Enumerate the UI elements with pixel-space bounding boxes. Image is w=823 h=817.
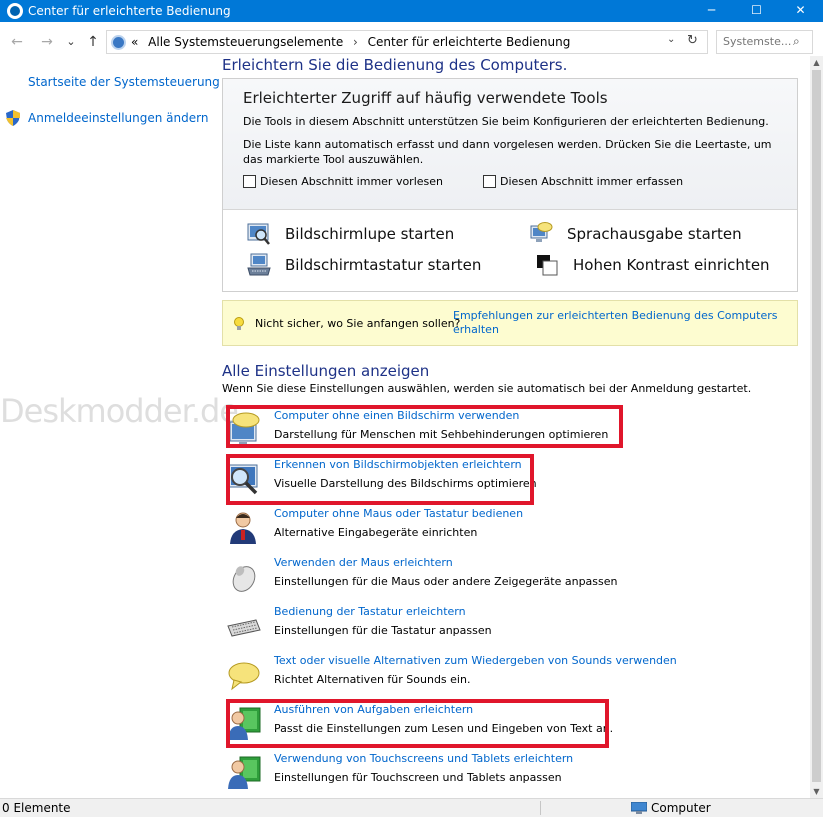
breadcrumb-ease-of-access[interactable]: Center für erleichterte Bedienung [368,35,571,49]
ease-of-access-icon [7,3,23,19]
setting-title-link[interactable]: Verwendung von Touchscreens und Tablets … [274,752,573,765]
always-read-checkbox[interactable]: Diesen Abschnitt immer vorlesen [243,175,443,188]
setting-title-link[interactable]: Bedienung der Tastatur erleichtern [274,605,466,618]
highlight-box [226,405,623,448]
quick-access-heading: Erleichterter Zugriff auf häufig verwend… [243,89,608,107]
refresh-icon[interactable]: ↻ [687,33,698,48]
breadcrumb-all-items[interactable]: Alle Systemsteuerungselemente [148,35,343,49]
tool-label: Sprachausgabe starten [567,225,742,243]
recommendations-link[interactable]: Empfehlungen zur erleichterten Bedienung… [453,309,783,337]
search-box[interactable]: ⌕ [716,30,813,54]
always-scan-checkbox[interactable]: Diesen Abschnitt immer erfassen [483,175,683,188]
computer-icon [631,802,647,814]
highlight-box [226,699,609,748]
keyboard-icon [227,619,261,637]
setting-title-link[interactable]: Text oder visuelle Alternativen zum Wied… [274,654,677,667]
user-tablet-icon [228,756,261,789]
address-field[interactable]: « Alle Systemsteuerungselemente › Center… [106,30,708,54]
speech-bubble-icon [228,662,260,691]
close-button[interactable]: ✕ [778,0,823,22]
title-bar: Center für erleichterte Bedienung ─ ☐ ✕ [0,0,823,22]
setting-description: Einstellungen für die Tastatur anpassen [274,624,492,637]
watermark-logo: Deskmodder.de [0,392,239,430]
breadcrumb-separator-icon[interactable]: › [353,35,358,49]
setting-keyboard[interactable]: Bedienung der Tastatur erleichtern Einst… [222,604,622,648]
checkbox-box[interactable] [483,175,496,188]
tool-label: Bildschirmtastatur starten [285,256,482,274]
narrator-icon [530,222,553,242]
quick-access-header: Erleichterter Zugriff auf häufig verwend… [223,79,797,210]
recommendation-banner: Nicht sicher, wo Sie anfangen sollen? Em… [222,300,798,346]
zone-computer: Computer [651,801,711,815]
tool-label: Hohen Kontrast einrichten [573,256,770,274]
item-count: 0 Elemente [2,801,71,815]
checkbox-box[interactable] [243,175,256,188]
setting-description: Richtet Alternativen für Sounds ein. [274,673,471,686]
scroll-down-icon[interactable]: ▼ [810,785,823,798]
back-button[interactable]: ← [8,33,26,51]
on-screen-keyboard-icon [247,253,271,276]
up-button[interactable]: ↑ [84,33,102,51]
light-bulb-icon [234,317,244,330]
start-on-screen-keyboard-button[interactable]: Bildschirmtastatur starten [247,253,481,277]
setting-title-link[interactable]: Computer ohne Maus oder Tastatur bediene… [274,507,523,520]
high-contrast-icon [537,255,558,276]
control-panel-icon [111,35,126,50]
logon-settings-link[interactable]: Anmeldeeinstellungen ändern [28,111,208,125]
window-title: Center für erleichterte Bedienung [28,4,231,18]
setting-description: Einstellungen für Touchscreen und Tablet… [274,771,562,784]
forward-button[interactable]: → [38,33,56,51]
mouse-icon [232,566,256,592]
status-divider [540,801,541,815]
quick-access-tools: Erleichterter Zugriff auf häufig verwend… [222,78,798,292]
quick-access-description: Die Tools in diesem Abschnitt unterstütz… [243,115,769,128]
start-narrator-button[interactable]: Sprachausgabe starten [529,222,742,246]
address-dropdown-icon[interactable]: ⌄ [667,34,675,45]
start-magnifier-button[interactable]: Bildschirmlupe starten [247,222,454,246]
control-panel-home-link[interactable]: Startseite der Systemsteuerung [28,75,220,89]
setting-description: Einstellungen für die Maus oder andere Z… [274,575,618,588]
all-settings-heading: Alle Einstellungen anzeigen [222,362,430,380]
tool-label: Bildschirmlupe starten [285,225,455,243]
all-settings-description: Wenn Sie diese Einstellungen auswählen, … [222,382,752,395]
vertical-scrollbar[interactable]: ▲ ▼ [810,56,823,798]
checkbox-label: Diesen Abschnitt immer erfassen [500,175,684,188]
recent-locations-button[interactable]: ⌄ [62,33,80,51]
setting-sound-alternatives[interactable]: Text oder visuelle Alternativen zum Wied… [222,653,677,697]
user-headset-icon [230,512,256,544]
search-input[interactable] [723,35,791,48]
setting-mouse[interactable]: Verwenden der Maus erleichtern Einstellu… [222,555,622,599]
scroll-thumb[interactable] [812,70,821,782]
breadcrumb: « Alle Systemsteuerungselemente › Center… [131,35,576,49]
minimize-button[interactable]: ─ [689,0,734,22]
quick-access-scan-description: Die Liste kann automatisch erfasst und d… [243,138,772,166]
status-bar: 0 Elemente Computer [0,798,823,817]
page-title: Erleichtern Sie die Bedienung des Comput… [222,56,568,74]
checkbox-label: Diesen Abschnitt immer vorlesen [260,175,443,188]
setting-title-link[interactable]: Verwenden der Maus erleichtern [274,556,453,569]
breadcrumb-overflow[interactable]: « [131,35,138,49]
highlight-box [226,454,534,505]
setting-touch-tablets[interactable]: Verwendung von Touchscreens und Tablets … [222,751,622,795]
search-icon[interactable]: ⌕ [793,34,800,49]
uac-shield-icon [6,110,20,126]
setting-description: Alternative Eingabegeräte einrichten [274,526,478,539]
maximize-button[interactable]: ☐ [734,0,779,22]
magnifier-icon [247,223,270,245]
scroll-up-icon[interactable]: ▲ [810,56,823,69]
recommendation-question: Nicht sicher, wo Sie anfangen sollen? [255,317,461,330]
address-toolbar: ← → ⌄ ↑ « Alle Systemsteuerungselemente … [0,28,823,56]
set-up-high-contrast-button[interactable]: Hohen Kontrast einrichten [535,253,770,277]
setting-no-mouse-keyboard[interactable]: Computer ohne Maus oder Tastatur bediene… [222,506,622,550]
